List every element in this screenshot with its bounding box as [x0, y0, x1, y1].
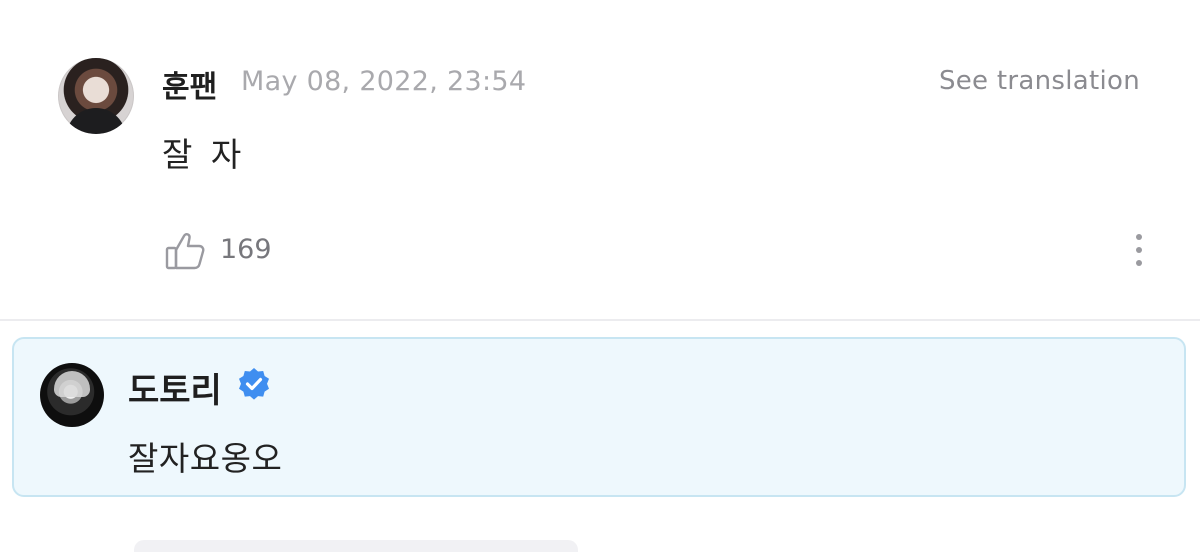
more-options-button[interactable] — [1126, 234, 1152, 274]
fan-comment: 훈팬 May 08, 2022, 23:54 See translation 잘… — [0, 0, 1200, 320]
thumbs-up-icon — [165, 233, 205, 270]
fan-avatar[interactable] — [58, 58, 134, 134]
artist-author-name[interactable]: 도토리 — [128, 363, 222, 412]
divider — [0, 319, 1200, 321]
like-count: 169 — [220, 234, 272, 265]
like-button[interactable] — [164, 230, 208, 272]
fan-author-name[interactable]: 훈팬 — [162, 62, 217, 106]
comment-thread: 훈팬 May 08, 2022, 23:54 See translation 잘… — [0, 0, 1200, 552]
fan-comment-text: 잘 자 — [162, 135, 246, 174]
artist-reply-text: 잘자요옹오 — [128, 439, 283, 478]
artist-avatar[interactable] — [40, 363, 104, 427]
verified-badge-icon — [239, 368, 269, 400]
more-vertical-icon — [1126, 234, 1152, 266]
comment-timestamp: May 08, 2022, 23:54 — [241, 66, 527, 97]
see-translation-button[interactable]: See translation — [939, 66, 1140, 96]
reply-input-edge[interactable] — [134, 540, 578, 552]
